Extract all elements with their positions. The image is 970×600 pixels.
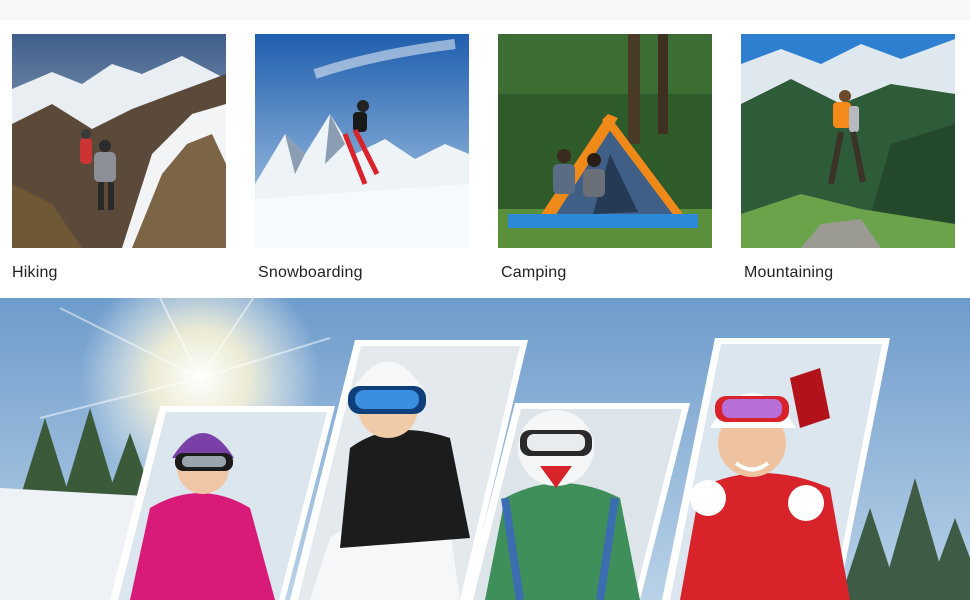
caption-mountaining: Mountaining	[744, 264, 834, 281]
caption-hiking: Hiking	[12, 264, 58, 281]
winter-goggles-banner	[0, 298, 970, 600]
caption-camping: Camping	[501, 264, 567, 281]
camping-photo	[498, 34, 712, 248]
caption-snowboarding: Snowboarding	[258, 264, 363, 281]
top-strip	[0, 0, 970, 20]
snowboarding-photo	[255, 34, 469, 248]
mountaineering-photo	[741, 34, 955, 248]
hiking-photo	[12, 34, 226, 248]
